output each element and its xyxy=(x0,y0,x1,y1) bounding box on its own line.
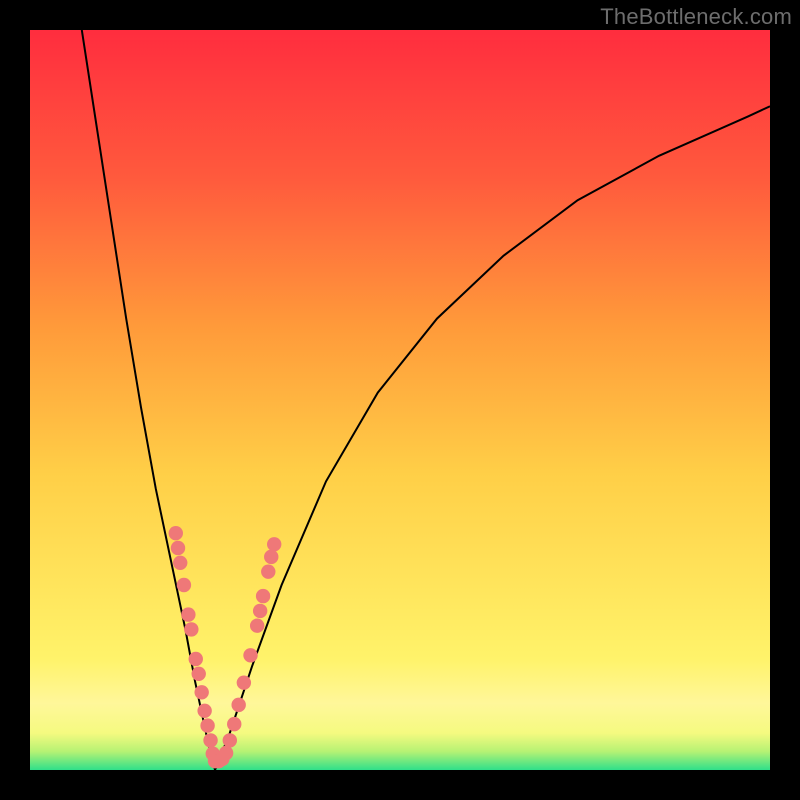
dot xyxy=(253,604,267,618)
dot xyxy=(231,698,245,712)
dot xyxy=(171,541,185,555)
dot xyxy=(227,717,241,731)
dot xyxy=(256,589,270,603)
dot xyxy=(237,675,251,689)
curves-layer xyxy=(30,30,770,770)
dot xyxy=(173,556,187,570)
right-curve xyxy=(215,106,770,770)
dot xyxy=(219,746,233,760)
dot xyxy=(177,578,191,592)
dot xyxy=(261,564,275,578)
dot xyxy=(200,718,214,732)
dot-cluster xyxy=(169,526,282,768)
dot xyxy=(169,526,183,540)
dot xyxy=(267,537,281,551)
plot-area xyxy=(30,30,770,770)
dot xyxy=(264,550,278,564)
dot xyxy=(189,652,203,666)
dot xyxy=(184,622,198,636)
dot xyxy=(223,733,237,747)
dot xyxy=(243,648,257,662)
dot xyxy=(194,685,208,699)
dot xyxy=(197,704,211,718)
dot xyxy=(203,733,217,747)
dot xyxy=(192,667,206,681)
dot xyxy=(181,607,195,621)
watermark-text: TheBottleneck.com xyxy=(600,4,792,30)
dot xyxy=(250,619,264,633)
outer-frame: TheBottleneck.com xyxy=(0,0,800,800)
